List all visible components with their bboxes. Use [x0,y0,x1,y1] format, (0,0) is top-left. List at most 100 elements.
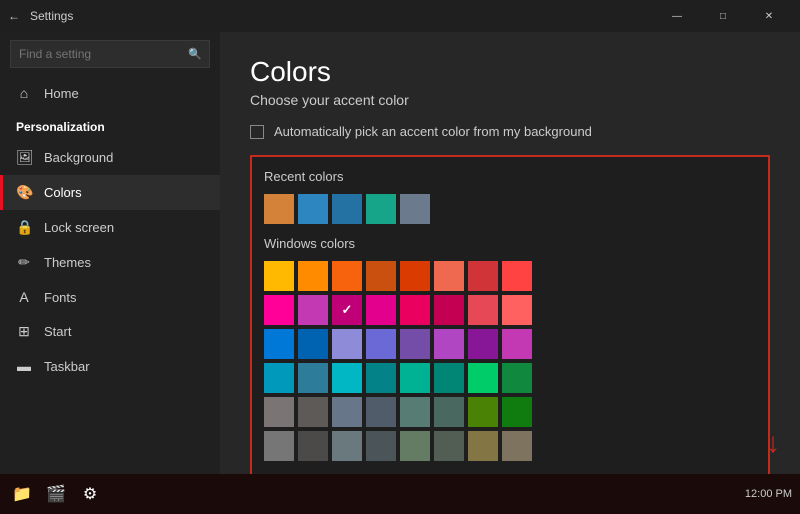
minimize-button[interactable]: — [654,0,700,32]
sidebar-item-colors[interactable]: 🎨 Colors [0,175,220,210]
windows-color-swatch[interactable] [502,431,532,461]
recent-color-swatch[interactable] [366,194,396,224]
start-icon: ⊞ [16,323,32,340]
windows-color-swatch[interactable] [264,261,294,291]
main-content: Colors Choose your accent color Automati… [220,32,800,474]
windows-color-swatch[interactable] [366,431,396,461]
windows-color-row [264,329,756,359]
windows-color-swatch[interactable] [400,295,430,325]
windows-color-swatch[interactable] [502,329,532,359]
windows-color-swatch[interactable] [502,295,532,325]
windows-color-swatch[interactable] [264,295,294,325]
themes-icon: ✏ [16,254,32,271]
taskbar-folder-icon[interactable]: 📁 [8,480,36,508]
windows-color-swatch[interactable] [264,329,294,359]
window-title: Settings [30,9,73,23]
sidebar-item-label: Colors [44,185,82,200]
windows-colors-grid [264,261,756,461]
home-icon: ⌂ [16,85,32,101]
sidebar-item-taskbar[interactable]: ▬ Taskbar [0,349,220,383]
taskbar-right: 12:00 PM [745,488,792,500]
windows-color-row [264,431,756,461]
sidebar-item-label: Fonts [44,290,77,305]
back-button[interactable]: ← [8,9,20,23]
lock-icon: 🔒 [16,219,32,236]
windows-color-swatch[interactable] [332,397,362,427]
windows-color-swatch[interactable] [502,397,532,427]
recent-colors-label: Recent colors [264,169,756,184]
windows-color-swatch[interactable] [332,329,362,359]
sidebar-item-fonts[interactable]: A Fonts [0,280,220,314]
windows-color-swatch[interactable] [468,329,498,359]
windows-color-swatch[interactable] [332,295,362,325]
taskbar-media-icon[interactable]: 🎬 [42,480,70,508]
auto-pick-checkbox[interactable] [250,125,264,139]
windows-color-swatch[interactable] [264,431,294,461]
windows-color-swatch[interactable] [400,363,430,393]
windows-color-swatch[interactable] [400,397,430,427]
recent-color-swatch[interactable] [298,194,328,224]
windows-color-swatch[interactable] [264,397,294,427]
sidebar: 🔍 ⌂ Home Personalization 🖼 Background 🎨 … [0,32,220,474]
windows-color-swatch[interactable] [298,295,328,325]
taskbar: 📁 🎬 ⚙ 12:00 PM [0,474,800,514]
recent-color-swatch[interactable] [332,194,362,224]
sidebar-item-home[interactable]: ⌂ Home [0,76,220,110]
sidebar-item-lockscreen[interactable]: 🔒 Lock screen [0,210,220,245]
windows-color-swatch[interactable] [502,363,532,393]
window-controls: — □ ✕ [654,0,792,32]
page-subtitle: Choose your accent color [250,92,770,108]
windows-color-swatch[interactable] [468,295,498,325]
sidebar-item-themes[interactable]: ✏ Themes [0,245,220,280]
windows-color-swatch[interactable] [468,261,498,291]
sidebar-item-label: Start [44,324,71,339]
windows-color-swatch[interactable] [502,261,532,291]
windows-color-swatch[interactable] [332,261,362,291]
windows-color-swatch[interactable] [298,261,328,291]
sidebar-section-label: Personalization [0,114,220,140]
windows-color-swatch[interactable] [366,397,396,427]
windows-color-swatch[interactable] [468,363,498,393]
windows-color-swatch[interactable] [468,397,498,427]
windows-color-swatch[interactable] [366,329,396,359]
windows-color-swatch[interactable] [298,431,328,461]
windows-color-swatch[interactable] [298,397,328,427]
colors-icon: 🎨 [16,184,32,201]
sidebar-item-label: Background [44,150,113,165]
recent-color-swatch[interactable] [400,194,430,224]
fonts-icon: A [16,289,32,305]
windows-color-swatch[interactable] [298,363,328,393]
windows-color-swatch[interactable] [400,329,430,359]
windows-color-swatch[interactable] [434,431,464,461]
search-icon: 🔍 [188,48,202,61]
windows-color-swatch[interactable] [434,363,464,393]
windows-color-row [264,397,756,427]
windows-color-swatch[interactable] [332,363,362,393]
taskbar-settings-icon[interactable]: ⚙ [76,480,104,508]
windows-color-swatch[interactable] [434,261,464,291]
sidebar-item-start[interactable]: ⊞ Start [0,314,220,349]
windows-color-swatch[interactable] [434,397,464,427]
recent-color-swatch[interactable] [264,194,294,224]
sidebar-item-label: Home [44,86,79,101]
close-button[interactable]: ✕ [746,0,792,32]
search-box[interactable]: 🔍 [10,40,210,68]
windows-color-swatch[interactable] [332,431,362,461]
sidebar-item-background[interactable]: 🖼 Background [0,140,220,175]
recent-colors-row [264,194,756,224]
maximize-button[interactable]: □ [700,0,746,32]
windows-color-swatch[interactable] [400,431,430,461]
taskbar-time: 12:00 PM [745,488,792,500]
windows-color-swatch[interactable] [468,431,498,461]
auto-pick-row: Automatically pick an accent color from … [250,124,770,139]
windows-color-swatch[interactable] [298,329,328,359]
search-input[interactable] [10,40,210,68]
windows-color-swatch[interactable] [434,329,464,359]
windows-color-swatch[interactable] [366,363,396,393]
windows-color-swatch[interactable] [400,261,430,291]
windows-color-swatch[interactable] [434,295,464,325]
windows-color-swatch[interactable] [366,295,396,325]
windows-color-swatch[interactable] [264,363,294,393]
windows-colors-label: Windows colors [264,236,756,251]
windows-color-swatch[interactable] [366,261,396,291]
